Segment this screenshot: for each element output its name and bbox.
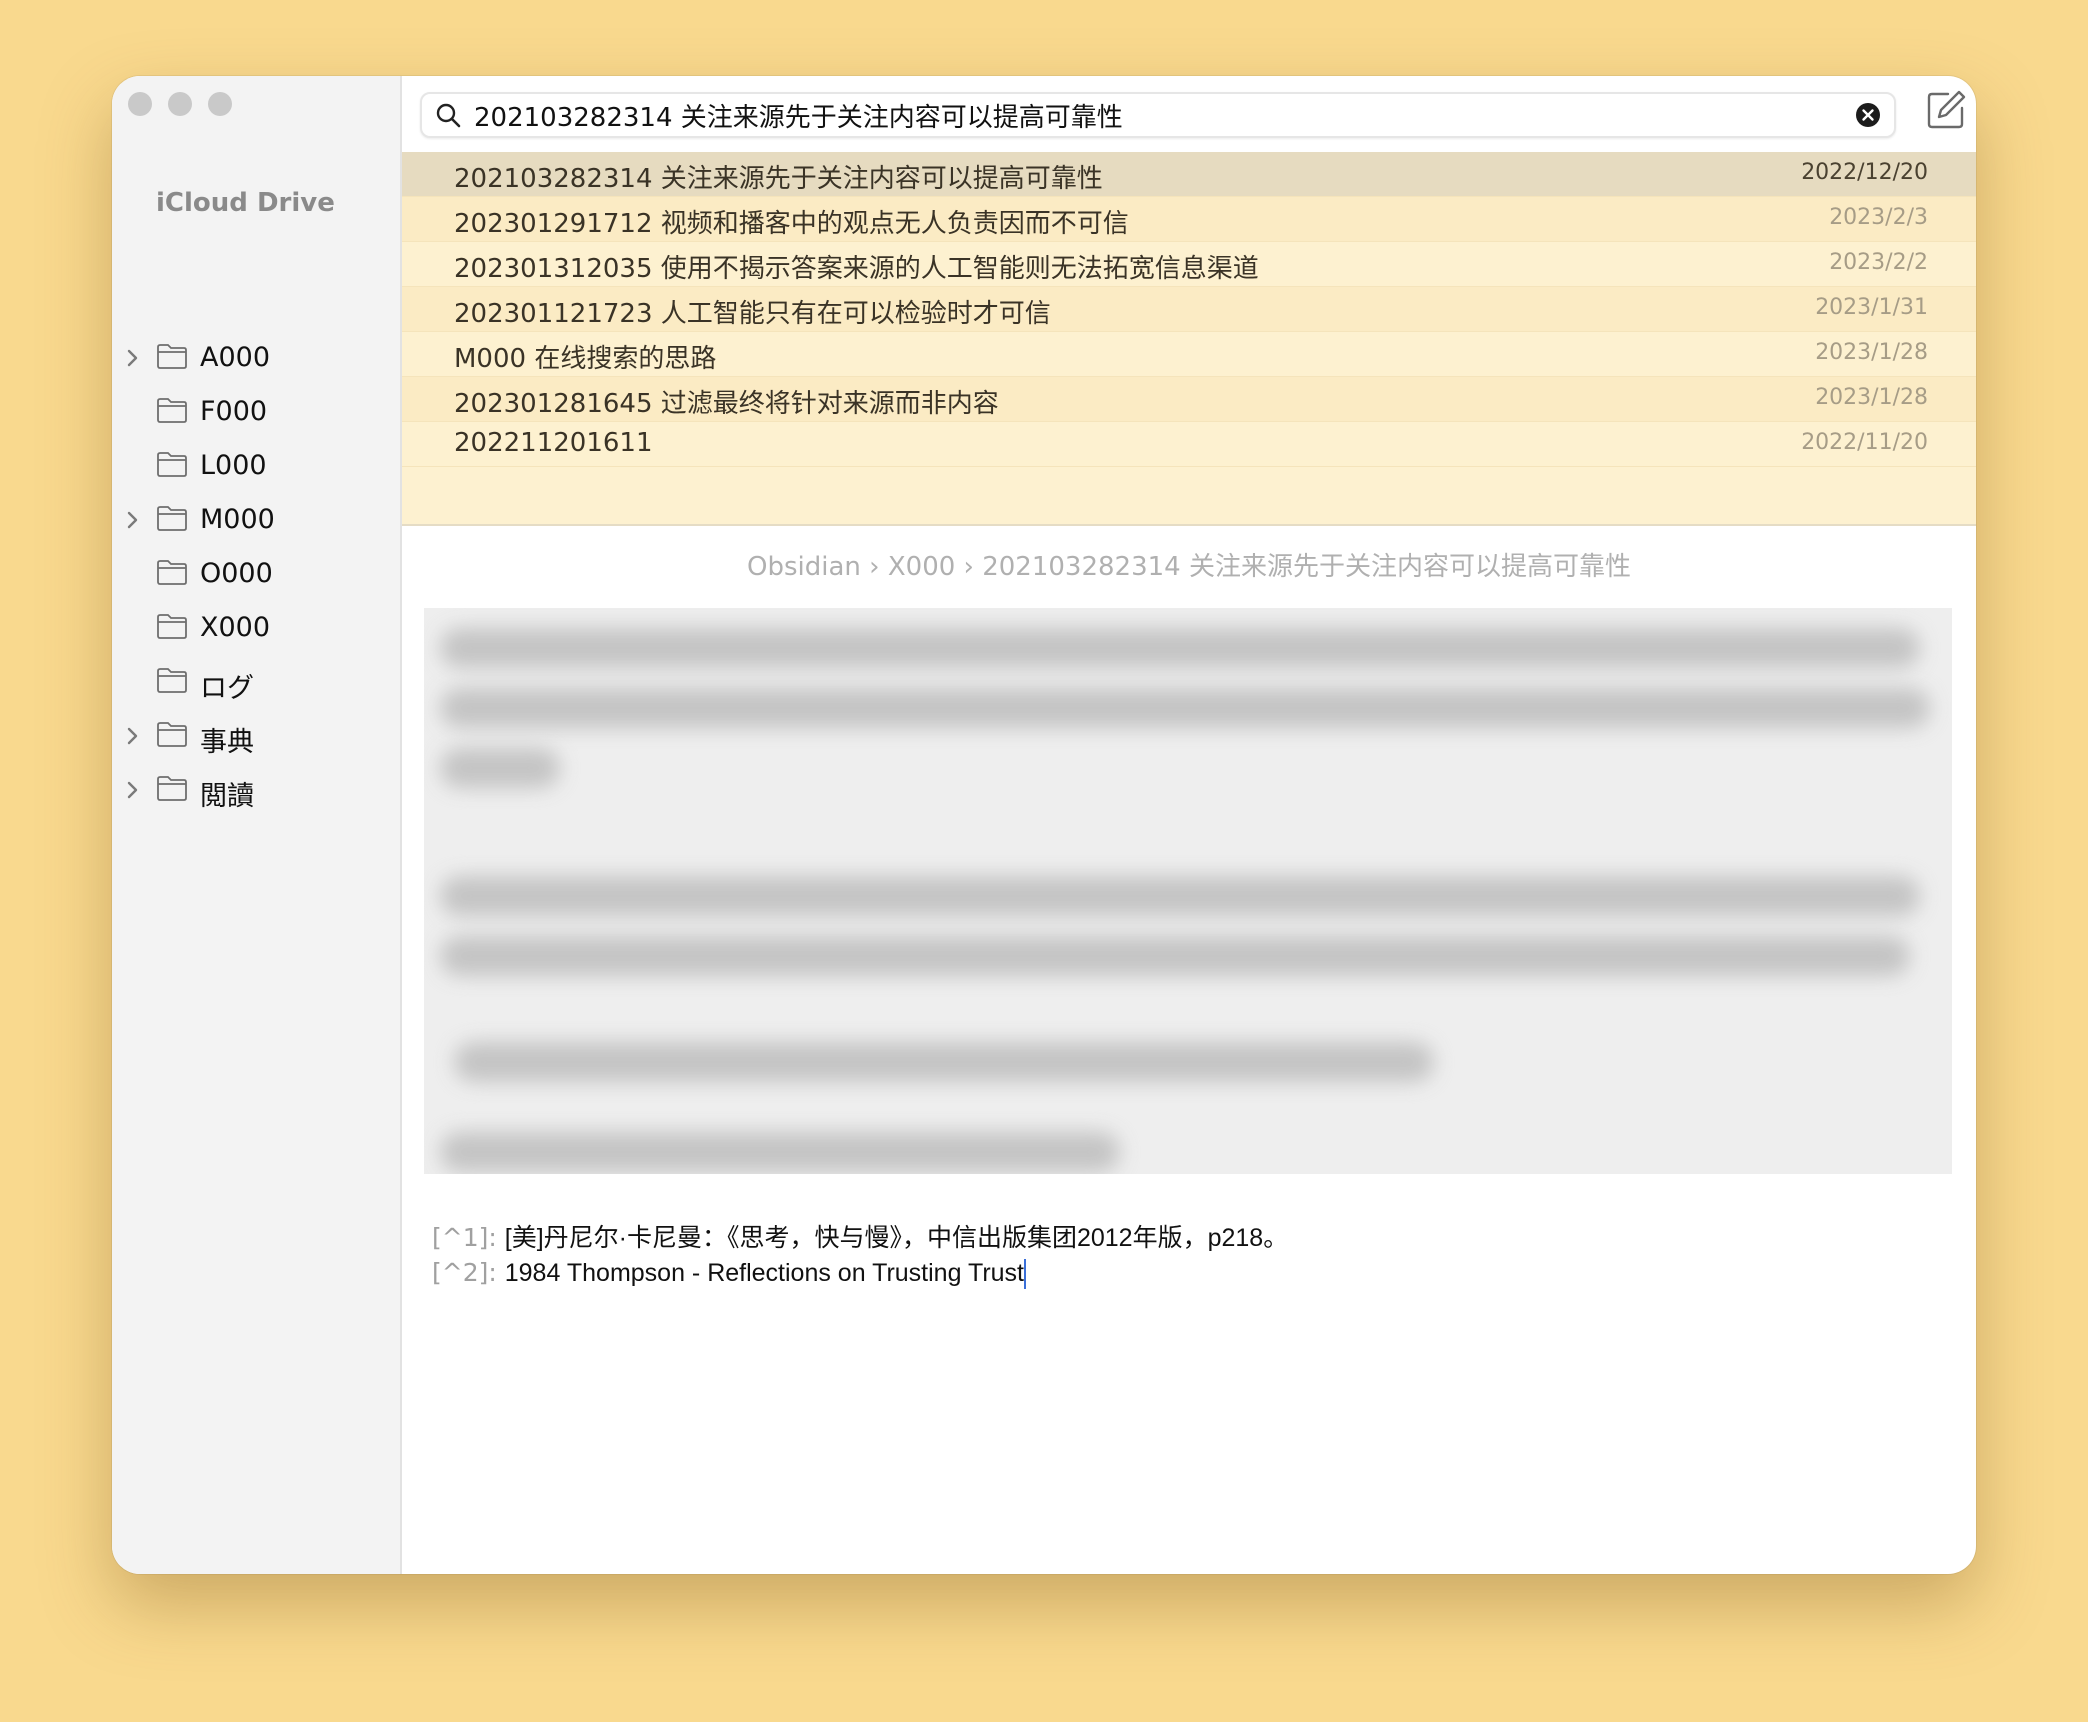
folder-icon xyxy=(157,452,187,477)
folder-icon xyxy=(157,668,187,693)
breadcrumb: Obsidian › X000 › 202103282314 关注来源先于关注内… xyxy=(747,552,1631,582)
footnote-text: [美]丹尼尔·卡尼曼：《思考，快与慢》，中信出版集团2012年版，p218。 xyxy=(504,1224,1289,1252)
sidebar-item-dictionary[interactable]: 事典 xyxy=(112,710,400,764)
result-date: 2023/1/31 xyxy=(1815,295,1928,320)
folder-icon xyxy=(157,344,187,369)
result-date: 2022/11/20 xyxy=(1801,430,1928,455)
sidebar: iCloud Drive A000 F000 L000 M000 O000 X0… xyxy=(112,76,402,1574)
search-result-row[interactable]: 202301121723 人工智能只有在可以检验时才可信 2023/1/31 xyxy=(402,287,1976,332)
folder-label: M000 xyxy=(200,504,275,535)
folder-label: L000 xyxy=(200,450,267,481)
result-title: 202301281645 过滤最终将针对来源而非内容 xyxy=(454,389,999,419)
result-title: M000 在线搜索的思路 xyxy=(454,344,717,374)
search-result-row[interactable]: 202211201611 2022/11/20 xyxy=(402,422,1976,467)
folder-label: A000 xyxy=(200,342,271,373)
folder-icon xyxy=(157,614,187,639)
compose-icon[interactable] xyxy=(1924,88,1968,132)
search-result-row[interactable]: 202301291712 视频和播客中的观点无人负责因而不可信 2023/2/3 xyxy=(402,197,1976,242)
main-pane: 202103282314 关注来源先于关注内容可以提高可靠性 2022/12/2… xyxy=(402,76,1976,1574)
folder-list: A000 F000 L000 M000 O000 X000 ログ 事典 閲讀 xyxy=(112,332,400,818)
sidebar-title: iCloud Drive xyxy=(156,188,335,218)
blurred-note-content xyxy=(424,608,1952,1174)
result-title: 202301121723 人工智能只有在可以检验时才可信 xyxy=(454,299,1051,329)
footnote-text: 1984 Thompson - Reflections on Trusting … xyxy=(504,1259,1025,1287)
folder-label: X000 xyxy=(200,612,271,643)
folder-icon xyxy=(157,776,187,801)
chevron-right-icon[interactable] xyxy=(120,724,144,748)
folder-label: ログ xyxy=(200,673,254,704)
result-date: 2022/12/20 xyxy=(1801,160,1928,185)
sidebar-item-f000[interactable]: F000 xyxy=(112,386,400,440)
footnote-marker: [^2]: xyxy=(432,1258,497,1287)
search-icon xyxy=(436,103,461,128)
sidebar-item-x000[interactable]: X000 xyxy=(112,602,400,656)
search-result-row[interactable]: 202301281645 过滤最终将针对来源而非内容 2023/1/28 xyxy=(402,377,1976,422)
folder-label: 事典 xyxy=(200,727,254,758)
result-date: 2023/2/3 xyxy=(1829,205,1928,230)
zoom-window-button[interactable] xyxy=(208,92,232,116)
sidebar-item-a000[interactable]: A000 xyxy=(112,332,400,386)
app-window: iCloud Drive A000 F000 L000 M000 O000 X0… xyxy=(112,76,1976,1574)
result-title: 202301291712 视频和播客中的观点无人负责因而不可信 xyxy=(454,209,1129,239)
chevron-right-icon[interactable] xyxy=(120,778,144,802)
footnote-1: [^1]: [美]丹尼尔·卡尼曼：《思考，快与慢》，中信出版集团2012年版，p… xyxy=(432,1218,1288,1254)
folder-label: 閲讀 xyxy=(200,781,254,812)
chevron-right-icon[interactable] xyxy=(120,346,144,370)
folder-icon xyxy=(157,560,187,585)
clear-search-icon[interactable] xyxy=(1854,101,1882,129)
close-window-button[interactable] xyxy=(128,92,152,116)
search-result-row[interactable]: 202103282314 关注来源先于关注内容可以提高可靠性 2022/12/2… xyxy=(402,152,1976,197)
sidebar-item-o000[interactable]: O000 xyxy=(112,548,400,602)
footnote-marker: [^1]: xyxy=(432,1223,497,1252)
search-result-row[interactable]: 202301312035 使用不揭示答案来源的人工智能则无法拓宽信息渠道 202… xyxy=(402,242,1976,287)
result-title: 202103282314 关注来源先于关注内容可以提高可靠性 xyxy=(454,164,1103,194)
folder-label: O000 xyxy=(200,558,273,589)
folder-icon xyxy=(157,398,187,423)
folder-label: F000 xyxy=(200,396,268,427)
result-date: 2023/1/28 xyxy=(1815,385,1928,410)
folder-icon xyxy=(157,722,187,747)
minimize-window-button[interactable] xyxy=(168,92,192,116)
sidebar-item-m000[interactable]: M000 xyxy=(112,494,400,548)
folder-icon xyxy=(157,506,187,531)
search-bar[interactable] xyxy=(420,92,1896,138)
sidebar-item-log[interactable]: ログ xyxy=(112,656,400,710)
chevron-right-icon[interactable] xyxy=(120,508,144,532)
result-date: 2023/1/28 xyxy=(1815,340,1928,365)
result-date: 2023/2/2 xyxy=(1829,250,1928,275)
result-title: 202301312035 使用不揭示答案来源的人工智能则无法拓宽信息渠道 xyxy=(454,254,1259,284)
search-input[interactable] xyxy=(474,98,1834,132)
result-title: 202211201611 xyxy=(454,428,653,458)
text-cursor xyxy=(1024,1259,1027,1289)
search-results: 202103282314 关注来源先于关注内容可以提高可靠性 2022/12/2… xyxy=(402,152,1976,526)
window-controls xyxy=(128,92,232,116)
sidebar-item-reading[interactable]: 閲讀 xyxy=(112,764,400,818)
footnote-2: [^2]: 1984 Thompson - Reflections on Tru… xyxy=(432,1258,1027,1289)
sidebar-item-l000[interactable]: L000 xyxy=(112,440,400,494)
search-result-row[interactable]: M000 在线搜索的思路 2023/1/28 xyxy=(402,332,1976,377)
